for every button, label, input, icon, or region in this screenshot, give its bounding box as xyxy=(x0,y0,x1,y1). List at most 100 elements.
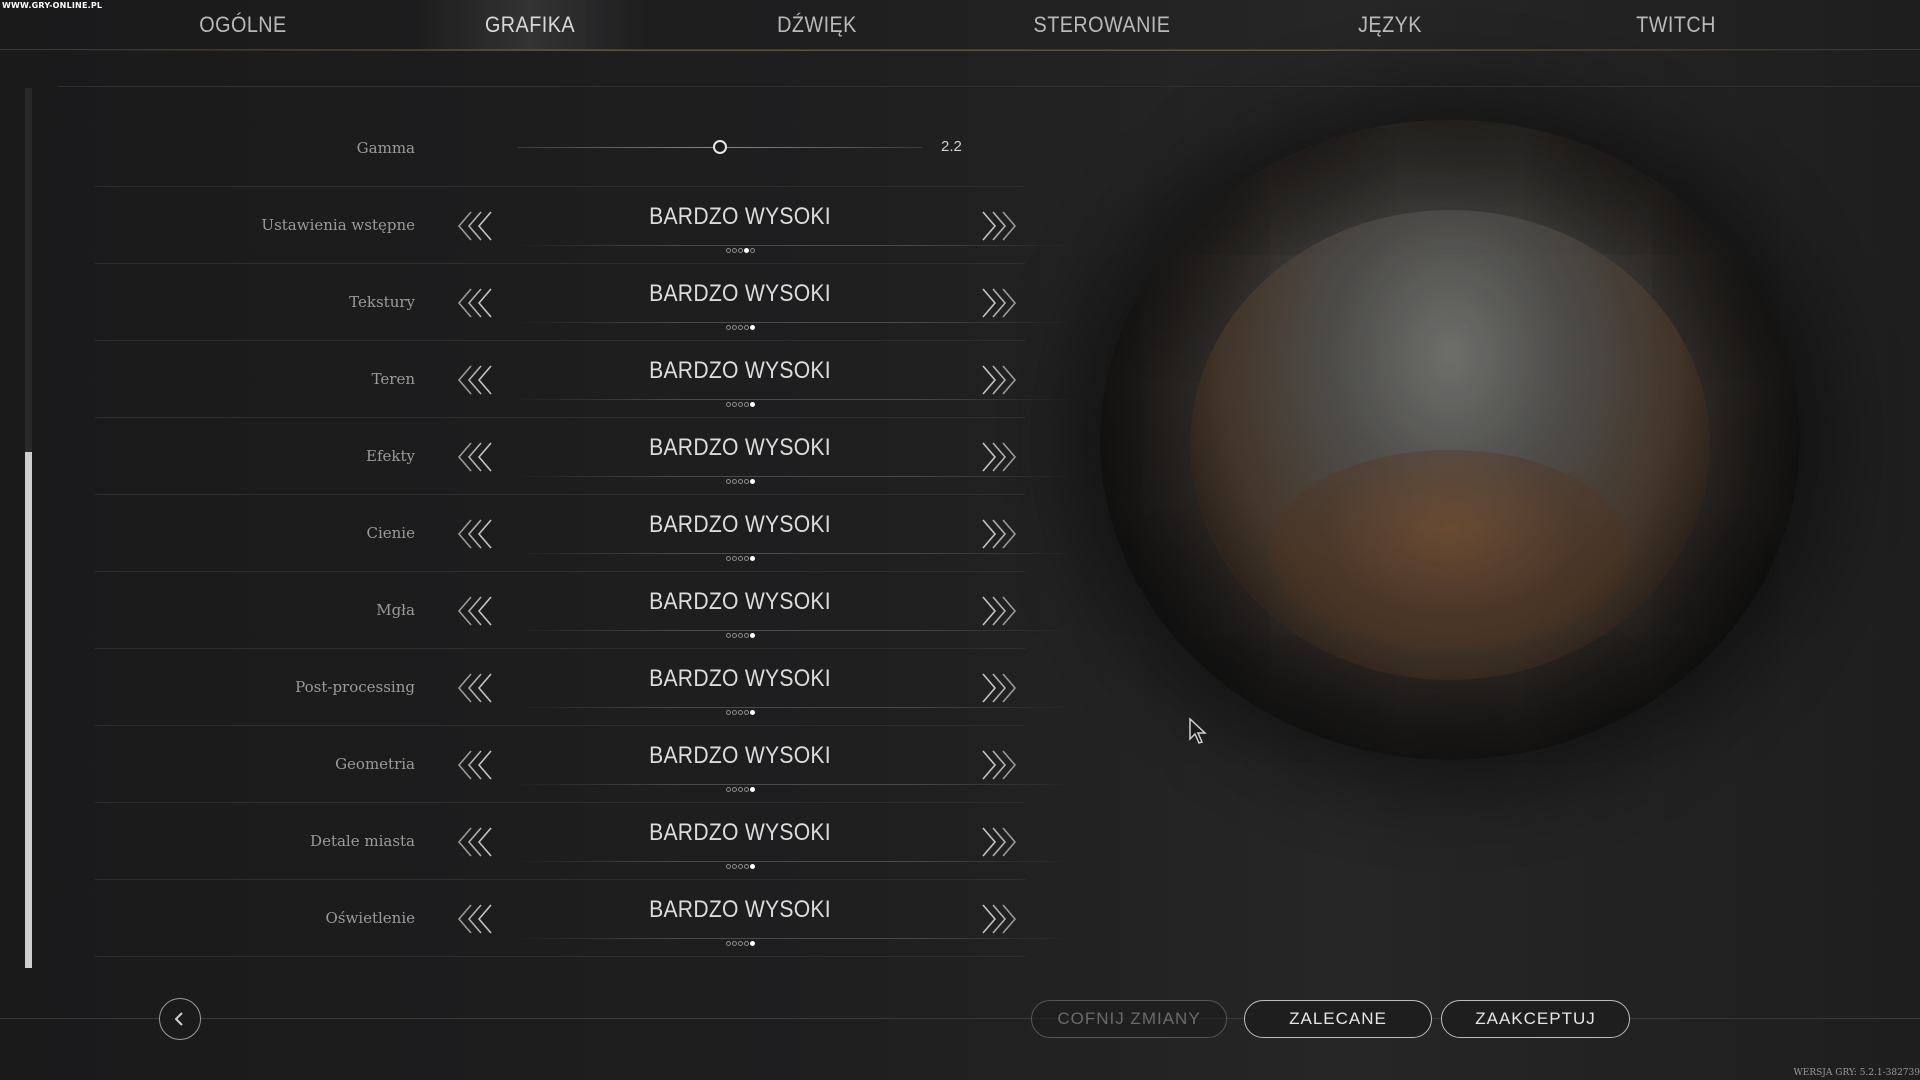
level-indicator xyxy=(505,402,975,407)
scrollbar-thumb[interactable] xyxy=(25,452,32,968)
background-porthole-art xyxy=(1100,120,1800,760)
setting-label: Oświetlenie xyxy=(325,909,415,927)
setting-row: Efekty BARDZO WYSOKI xyxy=(95,418,1075,495)
increase-arrow-icon[interactable] xyxy=(977,440,1017,474)
value-underline xyxy=(515,630,1075,631)
value-underline xyxy=(515,322,1075,323)
setting-label: Cienie xyxy=(366,524,416,542)
gamma-slider-knob[interactable] xyxy=(712,140,727,154)
level-indicator xyxy=(505,941,975,946)
value-underline xyxy=(515,707,1075,708)
decrease-arrow-icon[interactable] xyxy=(457,748,497,782)
level-dot xyxy=(731,710,737,715)
decrease-arrow-icon[interactable] xyxy=(457,440,497,474)
setting-value: BARDZO WYSOKI xyxy=(649,588,831,615)
level-dot xyxy=(731,787,737,792)
setting-label: Geometria xyxy=(335,755,415,773)
setting-value: BARDZO WYSOKI xyxy=(649,357,831,384)
increase-arrow-icon[interactable] xyxy=(977,671,1017,705)
increase-arrow-icon[interactable] xyxy=(977,209,1017,243)
setting-label: Ustawienia wstępne xyxy=(261,216,415,234)
level-dot xyxy=(749,710,755,715)
tab-dzwiek[interactable]: DŹWIĘK xyxy=(700,0,934,50)
level-dot xyxy=(743,787,749,792)
level-dot xyxy=(737,864,743,869)
setting-value: BARDZO WYSOKI xyxy=(649,896,831,923)
increase-arrow-icon[interactable] xyxy=(977,286,1017,320)
tab-twitch[interactable]: TWITCH xyxy=(1559,0,1793,50)
level-dot xyxy=(737,479,743,484)
chevron-left-icon xyxy=(174,1012,183,1026)
decrease-arrow-icon[interactable] xyxy=(457,594,497,628)
settings-tabs: OGÓLNE GRAFIKA DŹWIĘK STEROWANIE JĘZYK T… xyxy=(0,0,1920,51)
value-underline xyxy=(515,245,1075,246)
level-indicator xyxy=(505,633,975,638)
increase-arrow-icon[interactable] xyxy=(977,517,1017,551)
setting-value: BARDZO WYSOKI xyxy=(649,280,831,307)
back-button[interactable] xyxy=(159,998,201,1040)
level-dot xyxy=(737,325,743,330)
setting-label: Post-processing xyxy=(295,678,415,696)
setting-label: Efekty xyxy=(366,447,415,465)
level-dot xyxy=(749,556,755,561)
setting-row: Teren BARDZO WYSOKI xyxy=(95,341,1075,418)
tab-jezyk[interactable]: JĘZYK xyxy=(1273,0,1507,50)
level-dot xyxy=(725,787,731,792)
increase-arrow-icon[interactable] xyxy=(977,748,1017,782)
level-dot xyxy=(737,633,743,638)
value-underline xyxy=(515,784,1075,785)
revert-changes-button[interactable]: COFNIJ ZMIANY xyxy=(1031,1000,1227,1038)
setting-value: BARDZO WYSOKI xyxy=(649,434,831,461)
setting-row: Tekstury BARDZO WYSOKI xyxy=(95,264,1075,341)
level-indicator xyxy=(505,248,975,253)
setting-row: Ustawienia wstępne BARDZO WYSOKI xyxy=(95,187,1075,264)
level-dot xyxy=(731,633,737,638)
level-dot xyxy=(743,633,749,638)
accept-button[interactable]: ZAAKCEPTUJ xyxy=(1441,1000,1630,1038)
level-indicator xyxy=(505,864,975,869)
level-dot xyxy=(725,479,731,484)
level-dot xyxy=(749,479,755,484)
level-dot xyxy=(737,248,743,253)
level-dot xyxy=(743,325,749,330)
level-dot xyxy=(749,248,755,253)
setting-value: BARDZO WYSOKI xyxy=(649,511,831,538)
graphics-settings-list: Gamma 2.2 Ustawienia wstępne BARDZO WYSOK… xyxy=(95,110,1075,957)
increase-arrow-icon[interactable] xyxy=(977,902,1017,936)
increase-arrow-icon[interactable] xyxy=(977,594,1017,628)
setting-label: Mgła xyxy=(376,601,415,619)
mouse-cursor-icon xyxy=(1189,717,1207,744)
level-dot xyxy=(725,402,731,407)
value-underline xyxy=(515,476,1075,477)
setting-row: Mgła BARDZO WYSOKI xyxy=(95,572,1075,649)
gamma-label: Gamma xyxy=(356,139,415,157)
increase-arrow-icon[interactable] xyxy=(977,363,1017,397)
decrease-arrow-icon[interactable] xyxy=(457,517,497,551)
recommended-button[interactable]: ZALECANE xyxy=(1244,1000,1432,1038)
bottom-divider xyxy=(0,1018,1920,1019)
level-dot xyxy=(731,556,737,561)
tab-grafika[interactable]: GRAFIKA xyxy=(413,0,647,50)
level-dot xyxy=(749,864,755,869)
level-indicator xyxy=(505,787,975,792)
tab-sterowanie[interactable]: STEROWANIE xyxy=(985,0,1219,50)
decrease-arrow-icon[interactable] xyxy=(457,825,497,859)
level-dot xyxy=(725,556,731,561)
gamma-value: 2.2 xyxy=(941,138,962,155)
value-underline xyxy=(515,553,1075,554)
decrease-arrow-icon[interactable] xyxy=(457,209,497,243)
decrease-arrow-icon[interactable] xyxy=(457,363,497,397)
setting-value: BARDZO WYSOKI xyxy=(649,665,831,692)
game-version: WERSJA GRY: 5.2.1-382739 xyxy=(1793,1068,1920,1078)
level-dot xyxy=(743,402,749,407)
value-underline xyxy=(515,938,1075,939)
increase-arrow-icon[interactable] xyxy=(977,825,1017,859)
tab-ogolne[interactable]: OGÓLNE xyxy=(126,0,360,50)
decrease-arrow-icon[interactable] xyxy=(457,286,497,320)
level-dot xyxy=(725,710,731,715)
decrease-arrow-icon[interactable] xyxy=(457,902,497,936)
level-dot xyxy=(731,248,737,253)
level-dot xyxy=(731,864,737,869)
level-indicator xyxy=(505,325,975,330)
decrease-arrow-icon[interactable] xyxy=(457,671,497,705)
